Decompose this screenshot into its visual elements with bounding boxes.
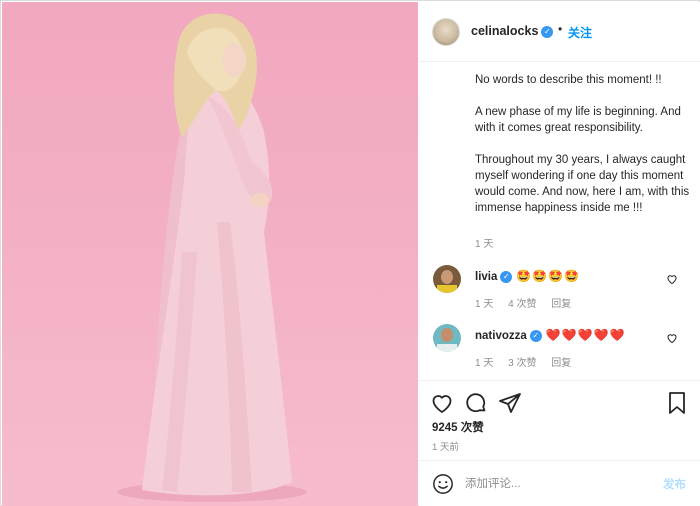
post-photo[interactable]: [2, 2, 418, 506]
post-timestamp[interactable]: 1 天前: [432, 439, 459, 453]
like-comment-icon[interactable]: [666, 332, 678, 344]
post-author-username[interactable]: celinalocks: [471, 24, 538, 38]
photo-illustration: [117, 13, 307, 502]
comment-item: livia ✓ 🤩🤩🤩🤩 1 天 4 次赞 回复: [419, 265, 700, 323]
like-count[interactable]: 9245 次赞: [432, 419, 484, 435]
post-comment-button[interactable]: 发布: [663, 476, 686, 492]
follow-button[interactable]: 关注: [568, 24, 592, 41]
separator: •: [558, 22, 563, 36]
caption-timestamp[interactable]: 1 天: [475, 235, 493, 250]
comment-time[interactable]: 1 天: [475, 299, 493, 310]
comment-author[interactable]: livia ✓ 🤩🤩🤩🤩: [475, 269, 580, 283]
comment-username[interactable]: nativozza: [475, 330, 527, 342]
post-author[interactable]: celinalocks ✓: [471, 24, 554, 38]
comment-text: ❤️❤️❤️❤️❤️: [545, 328, 626, 342]
add-comment-bar: 发布: [419, 460, 700, 506]
avatar-image: [433, 324, 461, 352]
comment-time[interactable]: 1 天: [475, 358, 493, 369]
comment-likes[interactable]: 3 次赞: [508, 358, 536, 369]
avatar[interactable]: [433, 265, 461, 293]
like-comment-icon[interactable]: [666, 273, 678, 285]
reply-button[interactable]: 回复: [551, 299, 571, 310]
avatar-image: [433, 265, 461, 293]
share-icon[interactable]: [498, 391, 522, 415]
bookmark-icon[interactable]: [665, 391, 689, 415]
comment-likes[interactable]: 4 次赞: [508, 299, 536, 310]
verified-icon: ✓: [500, 270, 513, 283]
post-side-panel: celinalocks ✓ • 关注 No words to describe t…: [419, 2, 700, 506]
comment-username[interactable]: livia: [475, 271, 497, 283]
comment-text: 🤩🤩🤩🤩: [516, 269, 581, 283]
comment-meta: 1 天 3 次赞 回复: [475, 354, 583, 369]
comment-item: nativozza ✓ ❤️❤️❤️❤️❤️ 1 天 3 次赞 回复: [419, 324, 700, 382]
post-caption: No words to describe this moment! !! A n…: [475, 74, 690, 214]
avatar[interactable]: [432, 18, 460, 46]
avatar[interactable]: [433, 324, 461, 352]
comment-input[interactable]: [465, 473, 645, 495]
verified-icon: ✓: [541, 25, 554, 38]
comment-author[interactable]: nativozza ✓ ❤️❤️❤️❤️❤️: [475, 328, 625, 342]
emoji-icon[interactable]: [432, 473, 454, 495]
verified-icon: ✓: [529, 329, 542, 342]
post-header: celinalocks ✓ • 关注: [419, 2, 700, 62]
reply-button[interactable]: 回复: [551, 358, 571, 369]
comment-icon[interactable]: [464, 391, 488, 415]
comment-meta: 1 天 4 次赞 回复: [475, 295, 583, 310]
heart-icon[interactable]: [430, 391, 454, 415]
post-dialog: celinalocks ✓ • 关注 No words to describe t…: [0, 0, 700, 506]
